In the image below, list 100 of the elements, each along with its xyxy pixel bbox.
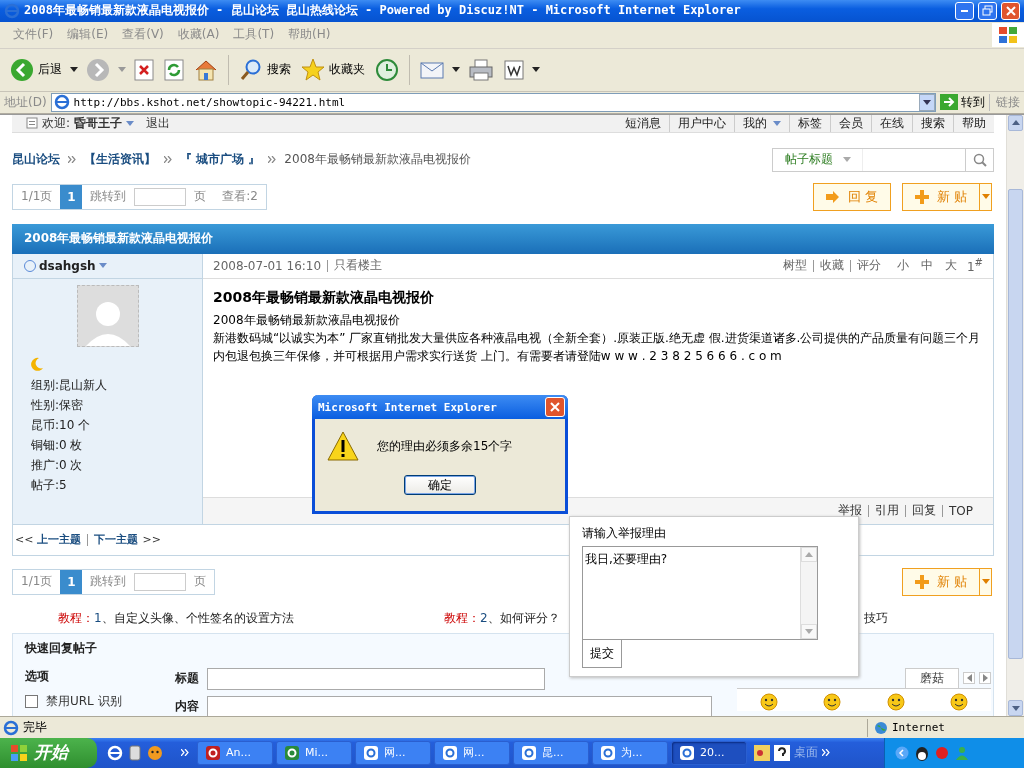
logout-link[interactable]: 退出 <box>146 114 171 132</box>
dropdown-caret-icon[interactable] <box>70 67 78 73</box>
post-action-link[interactable]: 举报 <box>838 502 862 520</box>
content-field[interactable] <box>207 695 712 717</box>
more-chevron-icon[interactable] <box>822 749 830 757</box>
minimize-button[interactable] <box>955 1 974 20</box>
search-icon[interactable] <box>972 152 987 167</box>
search-type-dropdown[interactable]: 帖子标题 <box>773 148 863 171</box>
nav-link[interactable]: 帮助 <box>953 114 994 132</box>
caret-down-icon <box>923 99 931 105</box>
smiley-tab[interactable]: 磨菇 <box>905 667 959 688</box>
breadcrumb-current: 2008年最畅销最新款液晶电视报价 <box>284 151 471 169</box>
scrollbar[interactable] <box>1006 114 1024 717</box>
smiley-face-icon[interactable] <box>759 692 778 711</box>
tutorial-link[interactable]: 教程：1、自定义头像、个性签名的设置方法 <box>58 611 294 626</box>
content-label: 内容 <box>175 698 200 716</box>
only-author-link[interactable]: 只看楼主 <box>334 257 383 275</box>
taskbar-button[interactable]: 网... <box>355 741 431 765</box>
font-size-link[interactable]: 中 <box>914 257 939 275</box>
refresh-button[interactable] <box>162 56 186 83</box>
scroll-down-button[interactable] <box>801 624 817 639</box>
page-icon <box>3 719 19 736</box>
arrow-down-icon <box>805 629 813 634</box>
smiley-face-icon[interactable] <box>886 692 905 711</box>
phone-icon[interactable] <box>129 745 141 761</box>
dropdown-caret-icon[interactable] <box>452 67 460 73</box>
nav-link[interactable]: 标签 <box>789 114 830 132</box>
search-button[interactable]: 搜索 <box>237 55 293 84</box>
ok-button[interactable]: 确定 <box>404 475 476 495</box>
close-button[interactable] <box>545 397 565 417</box>
post-tool-link[interactable]: 树型 <box>782 257 807 275</box>
font-size-link[interactable]: 大 <box>938 257 963 275</box>
close-icon <box>1005 5 1016 16</box>
post-action-link[interactable]: TOP <box>949 503 973 518</box>
quick-reply-title: 快速回复帖子 <box>25 639 97 657</box>
author-name[interactable]: dsahgsh <box>39 258 96 273</box>
nav-link[interactable]: 用户中心 <box>669 114 734 132</box>
breadcrumb-link[interactable]: 【生活资讯】 <box>84 151 156 169</box>
post-date: 2008-07-01 16:10 <box>213 258 322 273</box>
favorites-button[interactable]: 收藏夹 <box>299 55 367 84</box>
scroll-up-button[interactable] <box>801 547 817 562</box>
nav-link[interactable]: 短消息 <box>617 114 669 132</box>
breadcrumb-link[interactable]: 昆山论坛 <box>12 151 60 169</box>
smiley-face-icon[interactable] <box>950 692 969 711</box>
previous-button[interactable] <box>963 671 975 684</box>
nav-link[interactable]: 我的 <box>743 114 767 132</box>
address-field[interactable]: http://bbs.kshot.net/showtopic-94221.html <box>50 92 936 112</box>
page-number-button[interactable]: 1 <box>60 569 83 594</box>
restore-button[interactable] <box>978 1 997 20</box>
taskbar-button[interactable]: 20... <box>671 741 747 765</box>
nav-link[interactable]: 会员 <box>830 114 871 132</box>
taskbar-button[interactable]: 昆... <box>513 741 589 765</box>
nav-link[interactable]: 搜索 <box>912 114 953 132</box>
tutorial-link[interactable]: 技巧 <box>864 610 888 628</box>
dropdown-caret-icon[interactable] <box>532 67 540 73</box>
arrow-left-icon <box>966 673 972 682</box>
dropdown-button[interactable] <box>919 93 935 111</box>
search-icon <box>239 57 263 82</box>
close-button[interactable] <box>1001 1 1020 20</box>
caret-down-icon <box>981 194 990 200</box>
report-reason-field[interactable]: 我日,还要理由? <box>582 546 818 640</box>
post-tool-link[interactable]: 收藏 <box>819 257 844 275</box>
nav-link[interactable]: 在线 <box>871 114 912 132</box>
plus-icon <box>914 189 929 204</box>
tutorial-link[interactable]: 教程：2、如何评分？ <box>444 611 560 626</box>
penguin-icon[interactable] <box>915 745 929 761</box>
post-tool-link[interactable]: 评分 <box>856 257 881 275</box>
submit-button[interactable]: 提交 <box>582 640 622 668</box>
post-action-link[interactable]: 引用 <box>875 502 899 520</box>
back-button[interactable]: 后退 <box>8 55 64 84</box>
prev-thread-link[interactable]: 上一主题 <box>37 532 82 548</box>
prev-arrow-text: << <box>15 533 34 547</box>
help-icon[interactable] <box>774 745 790 761</box>
font-size-link[interactable]: 小 <box>890 257 915 275</box>
search-bar[interactable]: 帖子标题 <box>772 147 994 172</box>
profile-field: 推广:0 次 <box>31 454 198 475</box>
subject-field[interactable] <box>207 667 545 690</box>
more-chevron-icon[interactable] <box>181 749 189 757</box>
next-button[interactable] <box>979 671 991 684</box>
go-button[interactable]: 转到 <box>940 93 985 111</box>
stop-button[interactable] <box>132 56 156 83</box>
scroll-up-button[interactable] <box>1008 114 1023 131</box>
page-input-field[interactable] <box>134 187 187 206</box>
scroll-down-button[interactable] <box>1008 700 1023 717</box>
next-thread-link[interactable]: 下一主题 <box>94 532 139 548</box>
taskbar-button[interactable]: 为... <box>592 741 668 765</box>
taskbar-button[interactable]: An... <box>197 741 273 765</box>
checkbox[interactable] <box>25 694 38 708</box>
tiger-face-icon[interactable] <box>147 745 163 761</box>
smiley-face-icon[interactable] <box>823 692 842 711</box>
chevron-left-icon[interactable] <box>895 746 909 760</box>
page-number-button[interactable]: 1 <box>60 184 83 209</box>
breadcrumb-link[interactable]: 『 城市广场 』 <box>180 151 261 169</box>
taskbar-button[interactable]: 网... <box>434 741 510 765</box>
word-document-icon <box>504 58 524 81</box>
post-action-link[interactable]: 回复 <box>912 502 936 520</box>
taskbar-button[interactable]: Mi... <box>276 741 352 765</box>
page-input-field[interactable] <box>134 572 187 591</box>
subject-label: 标题 <box>175 670 200 688</box>
username-link[interactable]: 昏哥王子 <box>74 114 123 132</box>
